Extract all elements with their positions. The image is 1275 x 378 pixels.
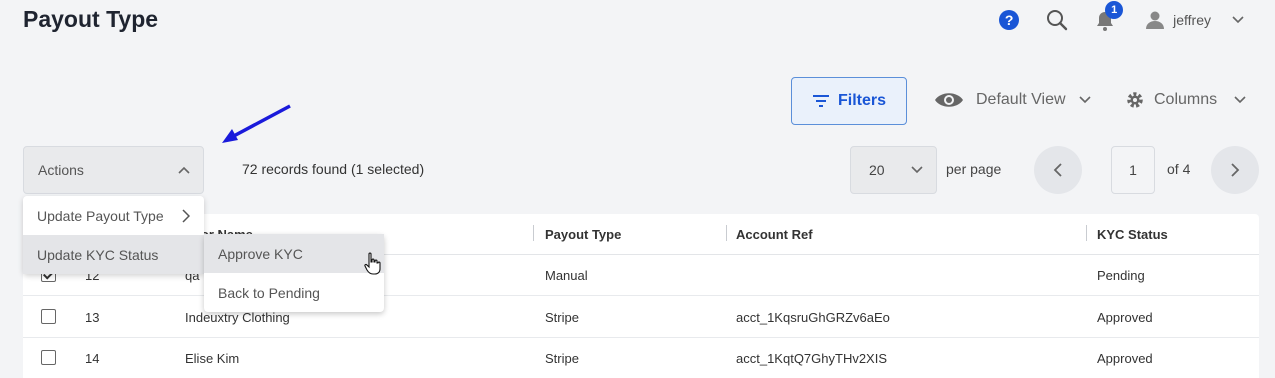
columns-label: Columns bbox=[1154, 91, 1218, 108]
vendor-name: Indeuxtry Clothing bbox=[185, 310, 290, 325]
next-page-button[interactable] bbox=[1211, 146, 1259, 194]
annotation-arrow-icon bbox=[222, 104, 291, 143]
account-ref: acct_1KqtQ7GhyTHv2XIS bbox=[736, 351, 888, 366]
chevron-down-icon bbox=[1234, 96, 1246, 104]
search-icon[interactable] bbox=[1045, 8, 1069, 32]
kyc-status: Approved bbox=[1097, 310, 1153, 325]
help-icon[interactable]: ? bbox=[999, 10, 1020, 30]
row-id: 14 bbox=[85, 351, 100, 366]
row-id: 13 bbox=[85, 310, 100, 325]
kyc-status: Approved bbox=[1097, 351, 1153, 366]
column-divider[interactable] bbox=[726, 225, 727, 241]
user-menu[interactable]: jeffrey bbox=[1145, 10, 1245, 30]
account-ref: acct_1KqsruGhGRZv6aEo bbox=[736, 310, 890, 325]
actions-menu: Update Payout Type Update KYC Status bbox=[23, 196, 204, 274]
payout-type: Manual bbox=[545, 268, 588, 283]
username: jeffrey bbox=[1173, 12, 1211, 28]
actions-label: Actions bbox=[38, 162, 84, 178]
payout-type: Stripe bbox=[545, 310, 579, 325]
actions-dropdown[interactable]: Actions bbox=[23, 146, 204, 194]
table-row[interactable]: 14 Elise Kim Stripe acct_1KqtQ7GhyTHv2XI… bbox=[23, 338, 1259, 378]
chevron-down-icon bbox=[911, 166, 923, 174]
view-label: Default View bbox=[976, 91, 1066, 108]
chevron-down-icon bbox=[1232, 16, 1244, 24]
chevron-up-icon bbox=[178, 166, 190, 174]
menu-item-update-payout-type[interactable]: Update Payout Type bbox=[23, 196, 204, 235]
menu-item-label: Update Payout Type bbox=[37, 207, 164, 224]
menu-item-update-kyc-status[interactable]: Update KYC Status bbox=[23, 235, 204, 274]
column-divider[interactable] bbox=[533, 225, 534, 241]
chevron-right-icon bbox=[1231, 163, 1240, 177]
chevron-left-icon bbox=[1053, 163, 1062, 177]
col-header-payout-type[interactable]: Payout Type bbox=[545, 227, 621, 242]
menu-item-label: Update KYC Status bbox=[37, 246, 159, 263]
row-checkbox[interactable] bbox=[41, 309, 56, 324]
kyc-submenu: Approve KYC Back to Pending bbox=[204, 234, 384, 312]
records-count: 72 records found (1 selected) bbox=[242, 161, 425, 177]
columns-select[interactable]: Columns bbox=[1126, 88, 1247, 112]
notification-badge: 1 bbox=[1105, 1, 1124, 19]
per-page-value: 20 bbox=[869, 162, 885, 178]
page-title: Payout Type bbox=[23, 6, 159, 32]
top-bar: ? 1 jeffrey bbox=[999, 1, 1245, 34]
kyc-status: Pending bbox=[1097, 268, 1145, 283]
view-select[interactable]: Default View bbox=[934, 88, 1092, 112]
menu-item-approve-kyc[interactable]: Approve KYC bbox=[204, 234, 384, 273]
vendor-name: Elise Kim bbox=[185, 351, 240, 366]
per-page-select[interactable]: 20 bbox=[850, 146, 937, 194]
page-total: of 4 bbox=[1167, 161, 1191, 177]
page-number-input[interactable]: 1 bbox=[1111, 146, 1155, 194]
gear-icon bbox=[1127, 92, 1143, 108]
per-page-label: per page bbox=[946, 161, 1002, 177]
eye-icon bbox=[935, 93, 963, 107]
row-checkbox[interactable] bbox=[41, 350, 56, 365]
menu-item-back-to-pending[interactable]: Back to Pending bbox=[204, 273, 384, 312]
col-header-kyc-status[interactable]: KYC Status bbox=[1097, 227, 1168, 242]
filters-button[interactable]: Filters bbox=[791, 77, 907, 125]
hand-cursor-icon bbox=[364, 252, 381, 275]
chevron-down-icon bbox=[1078, 96, 1091, 104]
col-header-account-ref[interactable]: Account Ref bbox=[736, 227, 813, 242]
user-icon bbox=[1146, 11, 1165, 29]
chevron-right-icon bbox=[182, 208, 190, 223]
column-divider[interactable] bbox=[1086, 225, 1087, 241]
filter-icon bbox=[812, 95, 829, 107]
prev-page-button[interactable] bbox=[1034, 146, 1082, 194]
filters-label: Filters bbox=[837, 92, 886, 109]
payout-type: Stripe bbox=[545, 351, 579, 366]
notifications-button[interactable]: 1 bbox=[1095, 1, 1124, 32]
